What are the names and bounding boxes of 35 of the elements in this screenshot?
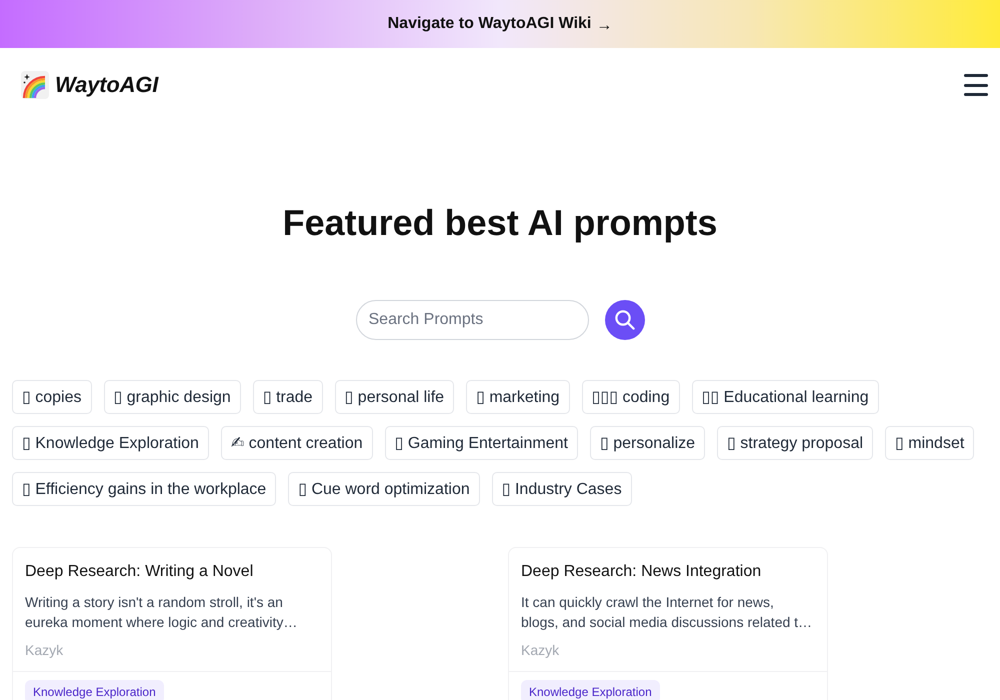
category-tag[interactable]: ▯ personalize — [590, 426, 706, 460]
logo-wordmark: WaytoAGI — [55, 72, 158, 98]
rainbow-logo-icon — [21, 71, 49, 99]
card-category-tag: Knowledge Exploration — [521, 680, 660, 700]
category-tag[interactable]: ▯ copies — [12, 380, 92, 414]
page-title: Featured best AI prompts — [282, 201, 718, 245]
category-tag[interactable]: ▯ marketing — [466, 380, 570, 414]
card-title: Deep Research: Writing a Novel — [25, 562, 254, 582]
category-tag[interactable]: ▯▯ Educational learning — [692, 380, 879, 414]
category-tag[interactable]: ▯ Gaming Entertainment — [384, 426, 578, 460]
category-tag[interactable]: ▯ graphic design — [104, 380, 241, 414]
prompt-card[interactable]: Deep Research: Writing a Novel Writing a story isn't a random stroll, it's an eureka moment where logic and creativity… Kazyk Knowledge Exploration — [12, 547, 332, 700]
logo-link[interactable]: WaytoAGI — [21, 71, 158, 99]
card-description: Writing a story isn't a random stroll, it's an eureka moment where logic and creativity… — [25, 593, 298, 632]
card-author: Kazyk — [521, 641, 560, 660]
category-tag[interactable]: ▯ strategy proposal — [717, 426, 874, 460]
category-tag[interactable]: ▯ Efficiency gains in the workplace — [12, 472, 276, 506]
card-description: It can quickly crawl the Internet for news, blogs, and social media discussions related t… — [521, 593, 814, 632]
menu-button[interactable] — [964, 74, 988, 96]
category-tag[interactable]: ▯▯▯ coding — [582, 380, 680, 414]
search-icon — [614, 310, 634, 330]
category-tag[interactable]: ▯ personal life — [334, 380, 454, 414]
card-author: Kazyk — [25, 641, 64, 660]
search-button[interactable] — [604, 300, 644, 340]
category-tag[interactable]: ▯ trade — [252, 380, 323, 414]
category-tag[interactable]: ▯ Cue word optimization — [288, 472, 480, 506]
category-tag[interactable]: ▯ Knowledge Exploration — [12, 426, 209, 460]
search-field[interactable]: Search Prompts — [356, 300, 588, 340]
card-title: Deep Research: News Integration — [521, 562, 762, 582]
wiki-link[interactable]: Navigate to WaytoAGI Wiki → — [388, 14, 612, 34]
card-category-tag: Knowledge Exploration — [25, 680, 164, 700]
category-tag[interactable]: ▯ Industry Cases — [492, 472, 632, 506]
category-tag[interactable]: ✍ content creation — [220, 426, 373, 460]
prompt-card[interactable]: Deep Research: News Integration It can quickly crawl the Internet for news, blogs, and social media discussions related t… Kazyk Knowledge Exploration — [508, 547, 828, 700]
category-tag[interactable]: ▯ mindset — [885, 426, 974, 460]
